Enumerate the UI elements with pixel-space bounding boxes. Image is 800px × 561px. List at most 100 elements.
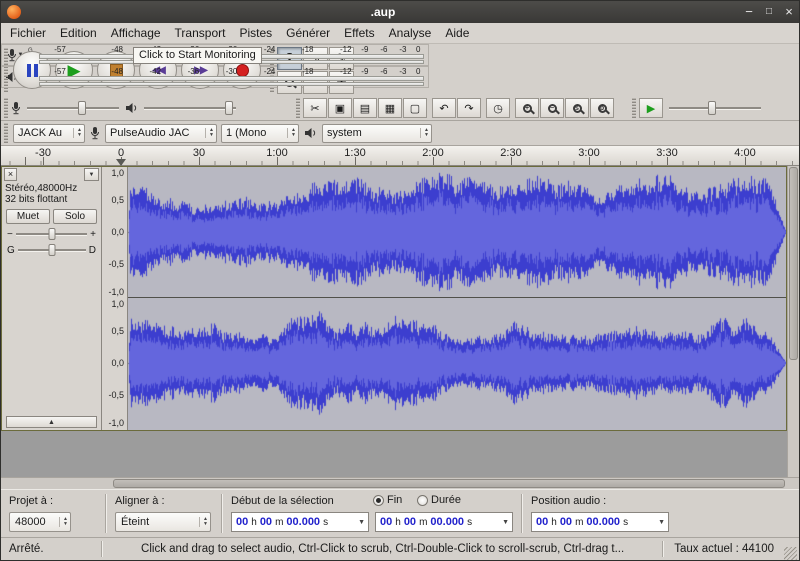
play-at-speed-toolbar: ▶	[631, 96, 767, 120]
zoom-in-button[interactable]: +	[515, 98, 539, 118]
track-menu-button[interactable]: ▼	[84, 168, 99, 181]
playback-device-select[interactable]: system ▲▼	[322, 124, 432, 143]
toolbar-grip[interactable]	[296, 98, 300, 118]
time-seconds[interactable]: 00.000	[429, 516, 465, 528]
monitoring-tooltip[interactable]: Click to Start Monitoring	[133, 47, 262, 64]
play-speed-slider[interactable]	[669, 100, 761, 116]
pan-slider[interactable]	[18, 244, 86, 256]
solo-button[interactable]: Solo	[53, 209, 97, 224]
play-at-speed-button[interactable]: ▶	[639, 98, 663, 118]
stepper-arrows-icon[interactable]: ▲▼	[59, 517, 68, 527]
timer-record-button[interactable]: ◷	[486, 98, 510, 118]
horizontal-scrollbar[interactable]	[1, 477, 799, 489]
resize-grip-icon[interactable]	[784, 547, 797, 560]
copy-button[interactable]: ▣	[328, 98, 352, 118]
time-seconds[interactable]: 00.000	[285, 516, 321, 528]
close-button[interactable]: ×	[779, 2, 799, 22]
length-radio[interactable]	[417, 495, 428, 506]
menu-item[interactable]: Effets	[337, 24, 381, 42]
time-minutes[interactable]: 00	[559, 516, 573, 528]
recording-channels-select[interactable]: 1 (Mono ▲▼	[221, 124, 299, 143]
track-area[interactable]: × ▼ Stéréo,48000Hz 32 bits flottant Muet…	[1, 166, 799, 477]
maximize-button[interactable]: □	[759, 2, 779, 22]
time-minutes[interactable]: 00	[403, 516, 417, 528]
cut-button[interactable]: ✂	[303, 98, 327, 118]
meter-db-label: -6	[380, 67, 387, 76]
paste-button[interactable]: ▤	[353, 98, 377, 118]
menu-item[interactable]: Analyse	[382, 24, 439, 42]
audio-track[interactable]: × ▼ Stéréo,48000Hz 32 bits flottant Muet…	[1, 166, 787, 431]
chevron-down-icon[interactable]: ▼	[355, 519, 365, 526]
recording-meter[interactable]: ▼ G D -57-48-42-36-30-24-18-12-9-6-30 Cl…	[1, 44, 429, 66]
toolbar-grip[interactable]	[4, 123, 8, 143]
meter-db-label: -18	[302, 45, 314, 54]
waveform-left-channel[interactable]	[128, 167, 786, 297]
menu-item[interactable]: Transport	[168, 24, 233, 42]
mute-button[interactable]: Muet	[6, 209, 50, 224]
project-rate-select[interactable]: 48000 ▲▼	[9, 512, 71, 532]
stepper-arrows-icon[interactable]: ▲▼	[420, 128, 429, 138]
vertical-scrollbar[interactable]	[787, 166, 799, 477]
horizontal-scrollbar-thumb[interactable]	[113, 479, 785, 488]
menu-item[interactable]: Générer	[279, 24, 337, 42]
menu-item[interactable]: Aide	[438, 24, 476, 42]
waveform-right-channel[interactable]	[128, 298, 786, 428]
vertical-ruler[interactable]: 1,0 0,5 0,0 -0,5 -1,0 1,0 0,5 0,0 -0,5 -…	[102, 167, 128, 430]
menu-item[interactable]: Pistes	[232, 24, 279, 42]
track-collapse-button[interactable]: ▲	[6, 416, 97, 428]
end-radio[interactable]	[373, 495, 384, 506]
stepper-arrows-icon[interactable]: ▲▼	[205, 128, 214, 138]
menu-item[interactable]: Edition	[53, 24, 104, 42]
scale-label: 0,0	[111, 358, 124, 368]
fit-selection-button[interactable]: s	[565, 98, 589, 118]
playback-volume-slider[interactable]	[144, 100, 236, 116]
silence-button[interactable]: ▢	[403, 98, 427, 118]
time-seconds[interactable]: 00.000	[585, 516, 621, 528]
menu-item[interactable]: Fichier	[3, 24, 53, 42]
redo-button[interactable]: ↷	[457, 98, 481, 118]
audio-host-select[interactable]: JACK Au ▲▼	[13, 124, 85, 143]
vertical-scrollbar-thumb[interactable]	[789, 167, 798, 360]
recording-meter-scale[interactable]: -57-48-42-36-30-24-18-12-9-6-30 Click to…	[37, 45, 428, 65]
toolbar-grip[interactable]	[4, 98, 8, 118]
playback-meter[interactable]: ▼ G D -57-48-42-36-30-24-18-12-9-6-30	[1, 66, 429, 88]
minimize-button[interactable]: −	[739, 2, 759, 22]
stepper-arrows-icon[interactable]: ▲▼	[287, 128, 296, 138]
undo-button[interactable]: ↶	[432, 98, 456, 118]
toolbar-grip[interactable]	[632, 98, 636, 118]
track-close-button[interactable]: ×	[4, 168, 17, 181]
toolbar-grip[interactable]	[4, 48, 8, 92]
time-hours[interactable]: 00	[535, 516, 549, 528]
gain-slider[interactable]	[16, 228, 87, 240]
playback-meter-scale[interactable]: -57-48-42-36-30-24-18-12-9-6-30	[37, 67, 428, 87]
stepper-arrows-icon[interactable]: ▲▼	[199, 517, 208, 527]
waveform-view[interactable]	[128, 167, 786, 430]
selection-end-field[interactable]: 00h 00m 00.000s ▼	[375, 512, 513, 532]
snap-to-select[interactable]: Éteint ▲▼	[115, 512, 211, 532]
scale-label: 1,0	[111, 168, 124, 178]
fit-project-button[interactable]: p	[590, 98, 614, 118]
playback-volume-thumb[interactable]	[225, 101, 233, 115]
recording-volume-thumb[interactable]	[78, 101, 86, 115]
time-minutes[interactable]: 00	[259, 516, 273, 528]
zoom-out-button[interactable]: −	[540, 98, 564, 118]
recording-volume-slider[interactable]	[27, 100, 119, 116]
gain-thumb[interactable]	[48, 228, 55, 240]
recording-device-select[interactable]: PulseAudio JAC ▲▼	[105, 124, 217, 143]
menu-item[interactable]: Affichage	[104, 24, 168, 42]
pan-thumb[interactable]	[48, 244, 55, 256]
speaker-icon	[304, 127, 317, 139]
trim-button[interactable]: ▦	[378, 98, 402, 118]
copy-icon: ▣	[335, 102, 345, 115]
playhead-marker-icon[interactable]	[116, 159, 126, 166]
title-bar[interactable]: .aup − □ ×	[1, 1, 799, 23]
selection-start-field[interactable]: 00h 00m 00.000s ▼	[231, 512, 369, 532]
play-speed-thumb[interactable]	[708, 101, 716, 115]
chevron-down-icon[interactable]: ▼	[655, 519, 665, 526]
time-hours[interactable]: 00	[235, 516, 249, 528]
stepper-arrows-icon[interactable]: ▲▼	[73, 128, 82, 138]
timeline-ruler[interactable]: -300301:001:302:002:303:003:304:00	[1, 146, 799, 166]
audio-position-field[interactable]: 00h 00m 00.000s ▼	[531, 512, 669, 532]
time-hours[interactable]: 00	[379, 516, 393, 528]
chevron-down-icon[interactable]: ▼	[499, 519, 509, 526]
